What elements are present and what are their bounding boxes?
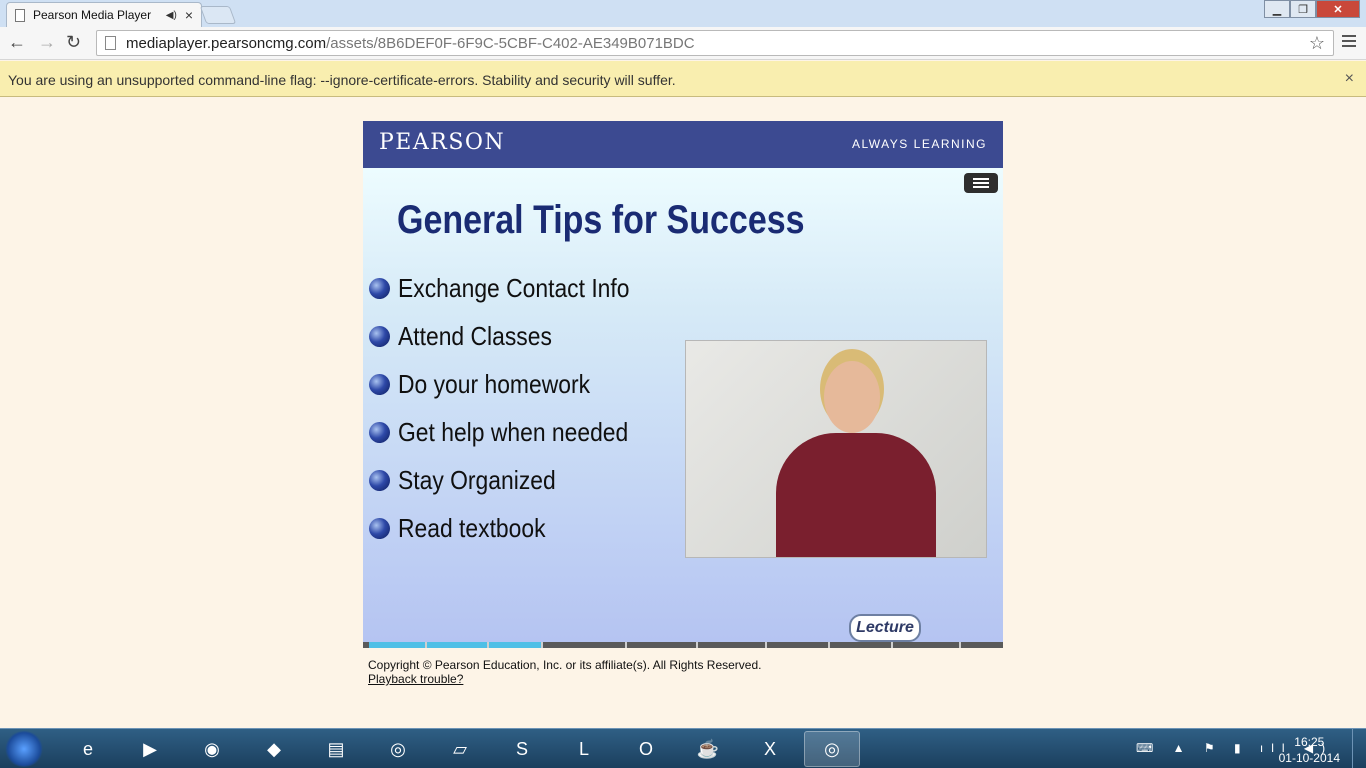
bullet-text: Attend Classes bbox=[398, 320, 552, 351]
chapter-marker bbox=[891, 642, 893, 648]
slogan: ALWAYS LEARNING bbox=[852, 137, 987, 151]
list-item: Get help when needed bbox=[369, 408, 661, 456]
forward-button[interactable]: → bbox=[38, 32, 56, 53]
bullet-text: Exchange Contact Info bbox=[398, 272, 630, 303]
bullet-icon bbox=[369, 325, 390, 347]
playback-trouble-link[interactable]: Playback trouble? bbox=[368, 672, 463, 686]
taskbar-android-icon[interactable]: ◆ bbox=[246, 731, 302, 767]
taskbar-outlook-icon[interactable]: O bbox=[618, 731, 674, 767]
taskbar-firefox-icon[interactable]: ◉ bbox=[184, 731, 240, 767]
taskbar-eclipse-java-ee-icon[interactable]: ☕ bbox=[680, 731, 736, 767]
lecture-badge: Lecture bbox=[849, 614, 921, 642]
bullet-list: Exchange Contact Info Attend Classes Do … bbox=[369, 264, 661, 552]
bullet-icon bbox=[369, 421, 390, 443]
url-host: mediaplayer.pearsoncmg.com bbox=[126, 34, 327, 52]
tab-close-icon[interactable]: × bbox=[185, 7, 193, 23]
chapter-marker bbox=[765, 642, 767, 648]
taskbar-lync-icon[interactable]: L bbox=[556, 731, 612, 767]
bullet-text: Stay Organized bbox=[398, 464, 556, 495]
page-icon bbox=[15, 8, 25, 22]
chapter-marker bbox=[541, 642, 543, 648]
bullet-icon bbox=[369, 517, 390, 539]
browser-toolbar: ← → ↻ mediaplayer.pearsoncmg.com/assets/… bbox=[0, 27, 1366, 60]
list-item: Exchange Contact Info bbox=[369, 264, 661, 312]
taskbar: e ▶ ◉ ◆ ▤ ◎ ▱ S L O ☕ X ◎ ⌨ ▲ ⚑ ▮ ıll ◀) 16:25 01-10… bbox=[0, 728, 1366, 768]
media-player: PEARSON ALWAYS LEARNING General Tips for… bbox=[363, 121, 1003, 648]
progress-fill bbox=[369, 642, 543, 648]
url-path: /assets/8B6DEF0F-6F9C-5CBF-C402-AE349B07… bbox=[326, 34, 695, 52]
speaker-icon: ◀︎) bbox=[165, 9, 177, 21]
window-controls: ▁ ❐ ✕ bbox=[1264, 0, 1360, 18]
show-desktop-button[interactable] bbox=[1352, 729, 1366, 768]
presenter-video bbox=[685, 340, 987, 558]
bullet-text: Read textbook bbox=[398, 512, 546, 543]
tab-title: Pearson Media Player bbox=[33, 8, 152, 22]
clock[interactable]: 16:25 01-10-2014 bbox=[1279, 734, 1340, 766]
bullet-icon bbox=[369, 277, 390, 299]
chapter-marker bbox=[625, 642, 627, 648]
taskbar-chrome-icon[interactable]: ◎ bbox=[370, 731, 426, 767]
list-item: Attend Classes bbox=[369, 312, 661, 360]
chapter-marker bbox=[425, 642, 427, 648]
bullet-text: Do your homework bbox=[398, 368, 591, 399]
taskbar-skype-icon[interactable]: S bbox=[494, 731, 550, 767]
bookmark-star-icon[interactable]: ☆ bbox=[1309, 33, 1325, 54]
chapter-marker bbox=[959, 642, 961, 648]
address-bar[interactable]: mediaplayer.pearsoncmg.com/assets/8B6DEF… bbox=[96, 30, 1334, 56]
infobar-message: You are using an unsupported command-lin… bbox=[8, 72, 676, 88]
restore-button[interactable]: ❐ bbox=[1290, 0, 1316, 18]
chrome-menu-icon[interactable] bbox=[1342, 35, 1356, 50]
tab-pearson-media-player[interactable]: Pearson Media Player ◀︎) × bbox=[6, 2, 202, 27]
chapter-marker bbox=[828, 642, 830, 648]
player-menu-icon[interactable] bbox=[964, 173, 998, 193]
reload-button[interactable]: ↻ bbox=[66, 32, 81, 53]
new-tab-button[interactable] bbox=[199, 6, 237, 24]
taskbar-file-explorer-icon[interactable]: ▤ bbox=[308, 731, 364, 767]
back-button[interactable]: ← bbox=[8, 32, 26, 53]
list-item: Read textbook bbox=[369, 504, 661, 552]
minimize-button[interactable]: ▁ bbox=[1264, 0, 1290, 18]
time: 16:25 bbox=[1294, 735, 1325, 749]
list-item: Do your homework bbox=[369, 360, 661, 408]
bullet-icon bbox=[369, 373, 390, 395]
video-slide[interactable]: General Tips for Success Exchange Contac… bbox=[363, 168, 1003, 642]
page-icon bbox=[105, 36, 116, 50]
bullet-icon bbox=[369, 469, 390, 491]
infobar-close-icon[interactable]: × bbox=[1345, 70, 1354, 88]
bullet-text: Get help when needed bbox=[398, 416, 629, 447]
date: 01-10-2014 bbox=[1278, 751, 1340, 765]
progress-bar[interactable] bbox=[363, 642, 1003, 648]
taskbar-media-player-icon[interactable]: ▶ bbox=[122, 731, 178, 767]
system-tray: ⌨ ▲ ⚑ ▮ ıll ◀) 16:25 01-10-2014 bbox=[1126, 729, 1366, 768]
taskbar-sticky-notes-icon[interactable]: ▱ bbox=[432, 731, 488, 767]
start-button[interactable] bbox=[4, 731, 44, 767]
list-item: Stay Organized bbox=[369, 456, 661, 504]
taskbar-chrome-active-icon[interactable]: ◎ bbox=[804, 731, 860, 767]
chapter-marker bbox=[487, 642, 489, 648]
slide-title: General Tips for Success bbox=[397, 198, 805, 242]
copyright-text: Copyright © Pearson Education, Inc. or i… bbox=[368, 658, 762, 672]
browser-titlebar: Pearson Media Player ◀︎) × ▁ ❐ ✕ bbox=[0, 0, 1366, 27]
close-window-button[interactable]: ✕ bbox=[1316, 0, 1360, 18]
warning-infobar: You are using an unsupported command-lin… bbox=[0, 61, 1366, 97]
player-header: PEARSON ALWAYS LEARNING bbox=[363, 121, 1003, 168]
pearson-logo: PEARSON bbox=[379, 130, 506, 155]
chapter-marker bbox=[696, 642, 698, 648]
taskbar-excel-icon[interactable]: X bbox=[742, 731, 798, 767]
taskbar-internet-explorer-icon[interactable]: e bbox=[60, 731, 116, 767]
